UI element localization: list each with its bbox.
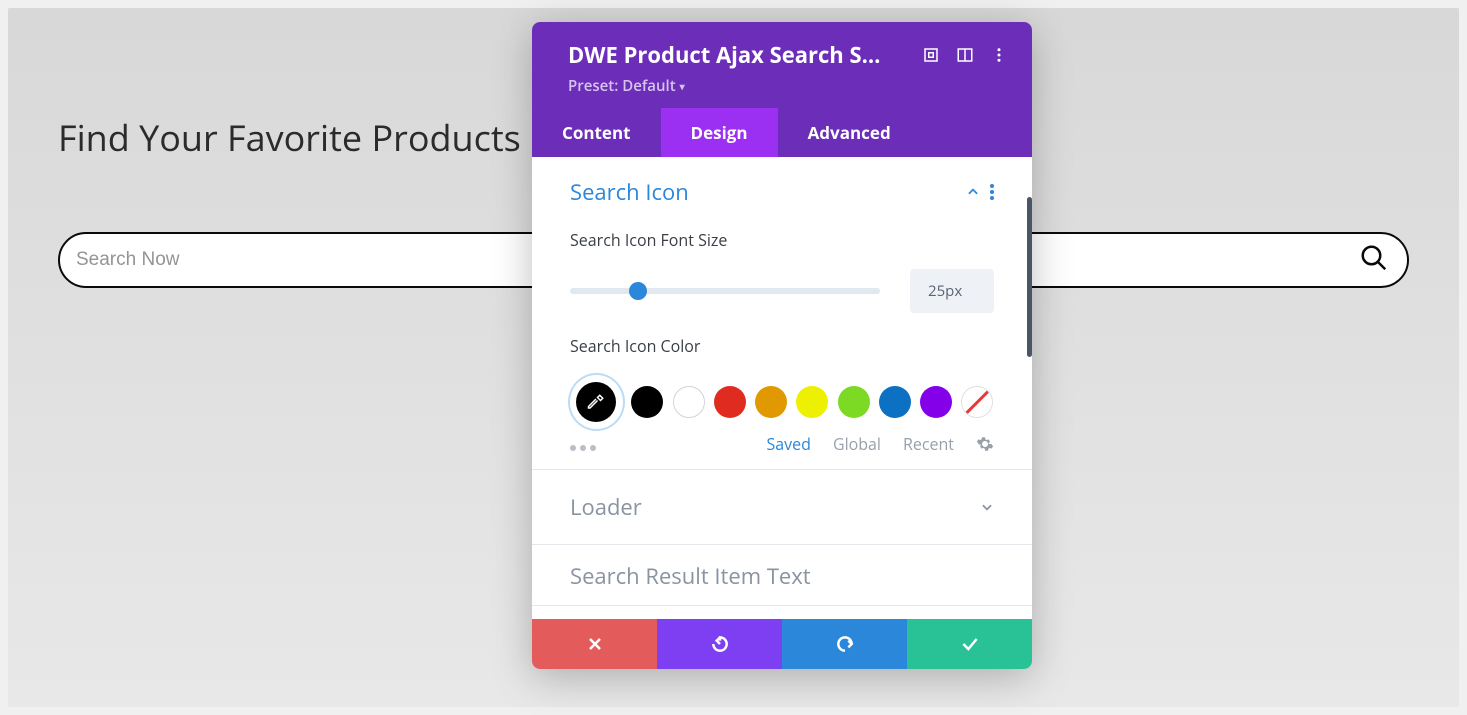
tab-content[interactable]: Content xyxy=(532,108,661,157)
color-swatch-blue[interactable] xyxy=(879,386,911,418)
cancel-button[interactable] xyxy=(532,619,657,669)
settings-panel: DWE Product Ajax Search S… Preset: Defau… xyxy=(532,22,1032,669)
caret-down-icon: ▾ xyxy=(680,79,685,93)
section-kebab-icon[interactable] xyxy=(990,184,994,200)
chevron-up-icon[interactable] xyxy=(966,185,980,199)
color-swatch-white[interactable] xyxy=(673,386,705,418)
save-button[interactable] xyxy=(907,619,1032,669)
section-title-loader: Loader xyxy=(570,492,970,522)
section-search-icon: Search Icon Search Icon Font Size 25px S… xyxy=(532,157,1032,470)
color-swatch-green[interactable] xyxy=(838,386,870,418)
font-size-value[interactable]: 25px xyxy=(910,269,994,313)
tab-design[interactable]: Design xyxy=(661,108,778,157)
section-title-search-icon[interactable]: Search Icon xyxy=(570,177,956,207)
color-swatch-none[interactable] xyxy=(961,386,993,418)
redo-button[interactable] xyxy=(782,619,907,669)
color-tab-recent[interactable]: Recent xyxy=(903,433,954,455)
preset-label: Preset: Default xyxy=(568,76,676,96)
slider-thumb[interactable] xyxy=(629,282,647,300)
panel-footer xyxy=(532,619,1032,669)
panel-title: DWE Product Ajax Search S… xyxy=(568,40,908,70)
color-swatch-red[interactable] xyxy=(714,386,746,418)
color-tab-saved[interactable]: Saved xyxy=(767,433,811,455)
color-tab-global[interactable]: Global xyxy=(833,433,881,455)
tab-advanced[interactable]: Advanced xyxy=(778,108,921,157)
kebab-menu-icon[interactable] xyxy=(988,44,1010,66)
panel-header: DWE Product Ajax Search S… Preset: Defau… xyxy=(532,22,1032,108)
gear-icon[interactable] xyxy=(976,435,994,453)
layout-icon[interactable] xyxy=(954,44,976,66)
color-swatch-purple[interactable] xyxy=(920,386,952,418)
color-swatch-yellow[interactable] xyxy=(796,386,828,418)
font-size-label: Search Icon Font Size xyxy=(570,229,994,251)
color-swatches xyxy=(570,375,994,429)
chevron-down-icon xyxy=(980,500,994,514)
expand-icon[interactable] xyxy=(920,44,942,66)
section-next-partial[interactable]: Search Result Item Text xyxy=(532,545,1032,606)
panel-tabs: Content Design Advanced xyxy=(532,108,1032,157)
color-swatch-picker-black[interactable] xyxy=(576,382,616,422)
search-icon[interactable] xyxy=(1359,243,1389,278)
panel-body: Search Icon Search Icon Font Size 25px S… xyxy=(532,157,1032,619)
color-swatch-orange[interactable] xyxy=(755,386,787,418)
color-label: Search Icon Color xyxy=(570,335,994,357)
scrollbar-thumb[interactable] xyxy=(1027,197,1032,357)
color-swatch-black[interactable] xyxy=(631,386,663,418)
undo-button[interactable] xyxy=(657,619,782,669)
preset-selector[interactable]: Preset: Default ▾ xyxy=(568,76,1010,96)
font-size-slider[interactable] xyxy=(570,288,880,294)
section-loader[interactable]: Loader xyxy=(532,470,1032,545)
